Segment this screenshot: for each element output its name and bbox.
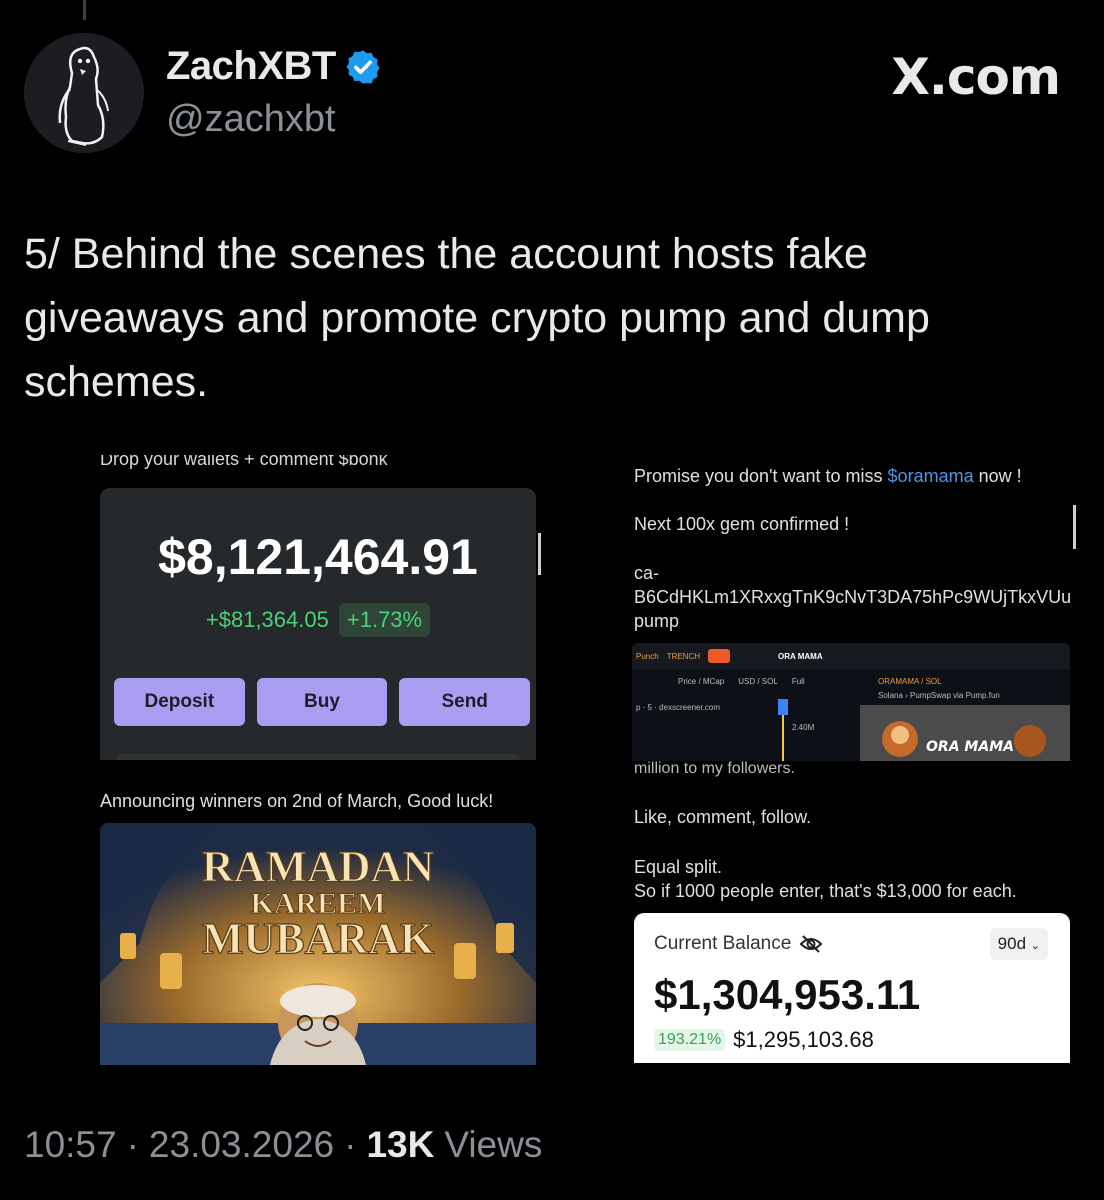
balance-amount: $1,304,953.11 [654, 971, 921, 1018]
send-button: Send [399, 678, 531, 726]
balance-label: Current Balance [654, 933, 792, 954]
price-line [782, 715, 784, 761]
oramama-banner-text: ORA MAMA [926, 739, 1014, 755]
separator-dot: · [126, 1124, 139, 1165]
candle-mark [778, 699, 788, 715]
monkey-banner-illustration: ORA MAMA [860, 705, 1070, 761]
per-person-line: So if 1000 people enter, that's $13,000 … [634, 881, 1017, 901]
punch-tag: Punch [636, 651, 659, 661]
chart-tabs: Price / MCap USD / SOL Full [678, 677, 805, 686]
tweet-date[interactable]: 23.03.2026 [149, 1124, 334, 1166]
wallet-actions: Deposit Buy Send [114, 678, 531, 726]
balance-change-percent: 193.21% [654, 1029, 726, 1051]
balance-label-row: Current Balance [654, 933, 823, 955]
chart-value: 2.40M [792, 723, 815, 732]
separator-dot: · [344, 1124, 357, 1165]
tweet-meta: 10:57 · 23.03.2026 · 13K Views [24, 1124, 542, 1166]
wallet-balance: $8,121,464.91 [158, 529, 478, 585]
token-name: ORA MAMA [778, 651, 823, 661]
tweet-time[interactable]: 10:57 [24, 1124, 117, 1166]
promo-line: Promise you don't want to miss $oramama … [634, 464, 1022, 488]
chart-source: p · 5 · dexscreener.com [636, 703, 721, 712]
verified-badge-icon [346, 49, 380, 84]
tweet-text: 5/ Behind the scenes the account hosts f… [24, 230, 930, 406]
author-handle[interactable]: @zachxbt [166, 98, 336, 141]
chain-label: Solana › PumpSwap via Pump.fun [878, 691, 1000, 700]
buy-button: Buy [256, 678, 388, 726]
cashtag-link: $oramama [887, 466, 974, 486]
wallet-change-row: +$81,364.05 +1.73% [100, 603, 536, 637]
chart-toolbar: Punch TRENCH ORA MAMA [632, 643, 1070, 669]
author-name-text: ZachXBT [166, 44, 336, 88]
avatar[interactable] [24, 33, 144, 153]
trench-tag: TRENCH [666, 651, 701, 661]
oramama-banner: ORA MAMA [860, 705, 1070, 761]
left-image-scrollbar [538, 533, 541, 575]
deposit-button: Deposit [114, 678, 245, 726]
contract-address: B6CdHKLm1XRxxgTnK9cNvT3DA75hPc9WUjTkxVUu… [634, 587, 1072, 631]
wallet-divider [116, 754, 520, 760]
thread-connector-line [83, 0, 86, 20]
wallet-card: $8,121,464.91 +$81,364.05 +1.73% Deposit… [100, 488, 536, 760]
views-label: Views [444, 1124, 543, 1165]
promo-line-prefix: Promise you don't want to miss [634, 466, 888, 486]
penguin-avatar-icon [24, 33, 144, 153]
ca-label: ca- [634, 563, 660, 583]
brand-watermark: X.com [891, 48, 1061, 106]
balance-card: Current Balance 90d ⌄ $1,304,953.11 193.… [634, 913, 1070, 1063]
ramadan-greeting-image: RAMADAN KAREEM MUBARAK [100, 823, 536, 1065]
eye-off-icon [799, 935, 823, 953]
chart-tab-usd: USD / SOL [738, 677, 778, 686]
period-value: 90d [997, 934, 1027, 953]
promo-line-suffix: now ! [973, 466, 1022, 486]
announce-caption: Announcing winners on 2nd of March, Good… [100, 791, 494, 811]
wallet-change-amount: +$81,364.05 [205, 607, 329, 632]
period-selector: 90d ⌄ [989, 928, 1048, 960]
author-name[interactable]: ZachXBT [166, 44, 382, 89]
like-comment-line: Like, comment, follow. [634, 807, 812, 827]
cropped-caption: Drop your wallets + comment $bonk [100, 455, 388, 469]
ramadan-title-line3: MUBARAK [202, 914, 434, 963]
balance-change-row: 193.21% $1,295,103.68 [654, 1027, 874, 1053]
ramadan-title-line1: RAMADAN [202, 842, 434, 891]
chevron-down-icon: ⌄ [1030, 940, 1040, 952]
ramadan-illustration: RAMADAN KAREEM MUBARAK [100, 823, 536, 1065]
cropped-caption-right: million to my followers. [634, 760, 795, 777]
views-count: 13K [366, 1124, 435, 1165]
media-image-left[interactable]: Drop your wallets + comment $bonk $8,121… [100, 455, 540, 1065]
media-image-right[interactable]: Promise you don't want to miss $oramama … [632, 455, 1082, 1065]
chart-tab-full: Full [791, 677, 805, 686]
right-image-scrollbar [1073, 505, 1076, 549]
fire-badge-icon [708, 649, 731, 663]
equal-split-line: Equal split. [634, 857, 723, 877]
pair-label: ORAMAMA / SOL [878, 677, 942, 686]
balance-change-amount: $1,295,103.68 [733, 1027, 874, 1052]
chart-tab-price: Price / MCap [678, 677, 725, 686]
dexscreener-screenshot: Punch TRENCH ORA MAMA Price / MCap USD /… [632, 643, 1070, 761]
wallet-change-percent: +1.73% [338, 603, 431, 637]
gem-line: Next 100x gem confirmed ! [634, 514, 850, 534]
